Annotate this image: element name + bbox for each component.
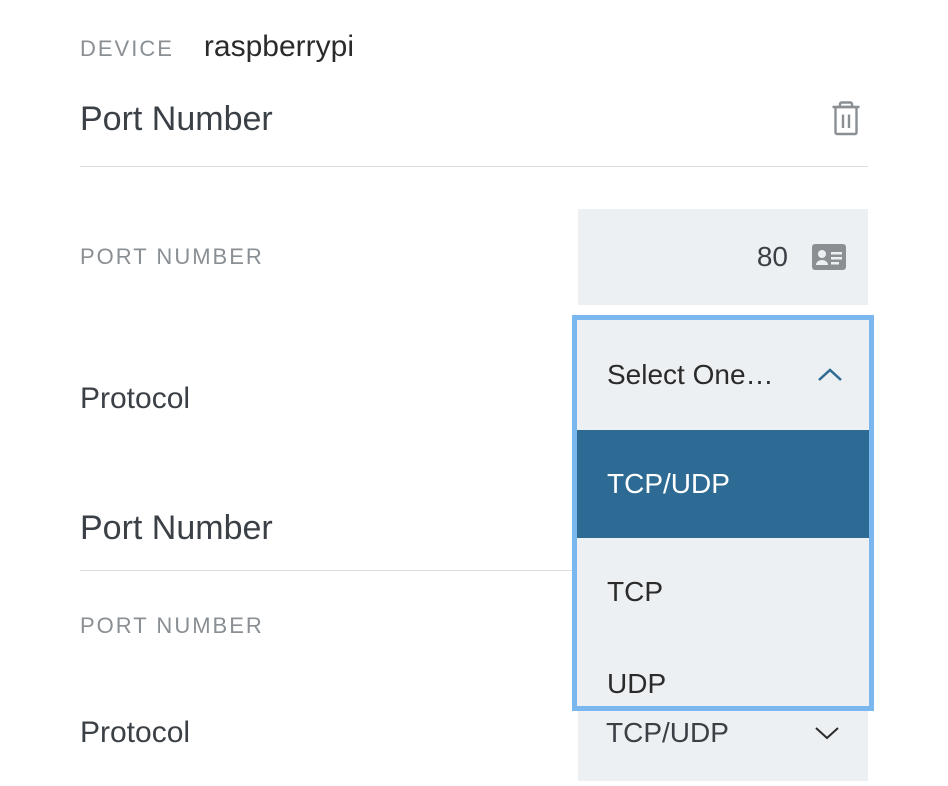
delete-button[interactable] bbox=[824, 94, 868, 144]
dropdown-header[interactable]: Select One… bbox=[577, 320, 869, 430]
device-name: raspberrypi bbox=[204, 30, 354, 64]
id-card-icon bbox=[812, 244, 846, 270]
protocol-label-1: Protocol bbox=[80, 382, 190, 416]
protocol-dropdown-open[interactable]: Select One… TCP/UDP TCP UDP bbox=[572, 315, 874, 711]
chevron-down-icon bbox=[814, 725, 840, 741]
dropdown-option-tcp[interactable]: TCP bbox=[577, 538, 869, 646]
dropdown-option-udp[interactable]: UDP bbox=[577, 646, 869, 706]
port-number-row-1: PORT NUMBER 80 bbox=[80, 209, 868, 305]
dropdown-option-tcpudp[interactable]: TCP/UDP bbox=[577, 430, 869, 538]
trash-icon bbox=[828, 98, 864, 140]
port-number-label-2: PORT NUMBER bbox=[80, 613, 264, 639]
protocol-row-1: Protocol Select One… TCP/UDP TCP UDP bbox=[80, 351, 868, 447]
protocol-label-2: Protocol bbox=[80, 716, 190, 750]
device-label: DEVICE bbox=[80, 36, 174, 62]
chevron-up-icon bbox=[817, 367, 843, 383]
device-row: DEVICE raspberrypi bbox=[80, 30, 868, 64]
section-heading-1: Port Number bbox=[80, 94, 868, 167]
heading-text-1: Port Number bbox=[80, 100, 273, 139]
port-number-value-1: 80 bbox=[757, 241, 788, 273]
protocol-value-2: TCP/UDP bbox=[606, 717, 729, 749]
port-number-label-1: PORT NUMBER bbox=[80, 244, 264, 270]
heading-text-2: Port Number bbox=[80, 509, 273, 548]
dropdown-placeholder: Select One… bbox=[607, 359, 774, 391]
port-number-field-1[interactable]: 80 bbox=[578, 209, 868, 305]
